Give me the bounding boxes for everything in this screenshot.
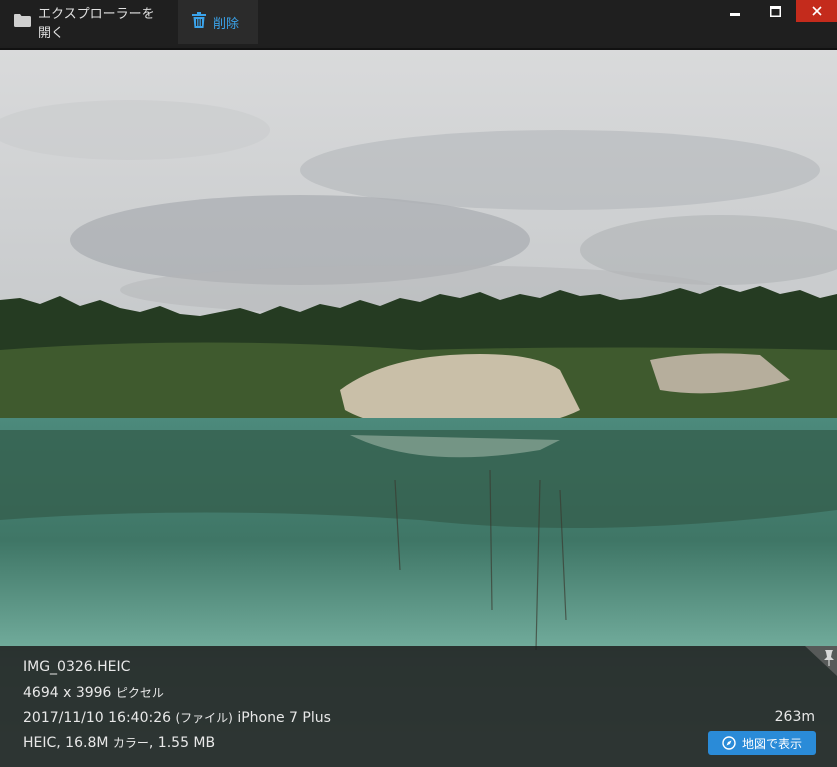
datetime: 2017/11/10 16:40:26 bbox=[23, 710, 172, 726]
camera-model: iPhone 7 Plus bbox=[237, 710, 331, 726]
capture-info: 2017/11/10 16:40:26 (ファイル) iPhone 7 Plus bbox=[23, 709, 331, 726]
show-on-map-button[interactable]: 地図で表示 bbox=[708, 731, 816, 755]
format-info: HEIC, 16.8M カラー, 1.55 MB bbox=[23, 734, 215, 751]
compass-icon bbox=[722, 736, 736, 750]
minimize-button[interactable] bbox=[714, 0, 755, 22]
datetime-source: (ファイル) bbox=[175, 711, 233, 725]
close-icon bbox=[811, 6, 822, 16]
close-button[interactable] bbox=[796, 0, 837, 22]
photo-info-panel: IMG_0326.HEIC 4694 x 3996 ピクセル 2017/11/1… bbox=[0, 646, 837, 767]
folder-icon bbox=[14, 13, 31, 31]
dimensions-value: 4694 x 3996 bbox=[23, 685, 112, 701]
pin-button[interactable] bbox=[805, 646, 837, 676]
title-bar: エクスプローラーを開く 削除 bbox=[0, 0, 837, 46]
minimize-icon bbox=[729, 13, 740, 16]
maximize-icon bbox=[770, 5, 781, 17]
open-explorer-button[interactable]: エクスプローラーを開く bbox=[0, 0, 176, 44]
gps-distance: 263m bbox=[774, 709, 815, 725]
dimensions-unit: ピクセル bbox=[115, 686, 164, 700]
open-explorer-label: エクスプローラーを開く bbox=[38, 7, 155, 41]
pin-icon bbox=[805, 646, 837, 676]
file-name: IMG_0326.HEIC bbox=[23, 659, 131, 675]
format-value: HEIC, 16.8M bbox=[23, 735, 109, 751]
delete-button[interactable]: 削除 bbox=[178, 0, 258, 44]
color-label: カラー bbox=[112, 736, 149, 750]
maximize-button[interactable] bbox=[755, 0, 796, 22]
file-size: , 1.55 MB bbox=[148, 735, 216, 751]
trash-icon bbox=[192, 12, 206, 32]
image-dimensions: 4694 x 3996 ピクセル bbox=[23, 684, 164, 701]
show-on-map-label: 地図で表示 bbox=[741, 736, 802, 751]
delete-label: 削除 bbox=[213, 16, 240, 32]
